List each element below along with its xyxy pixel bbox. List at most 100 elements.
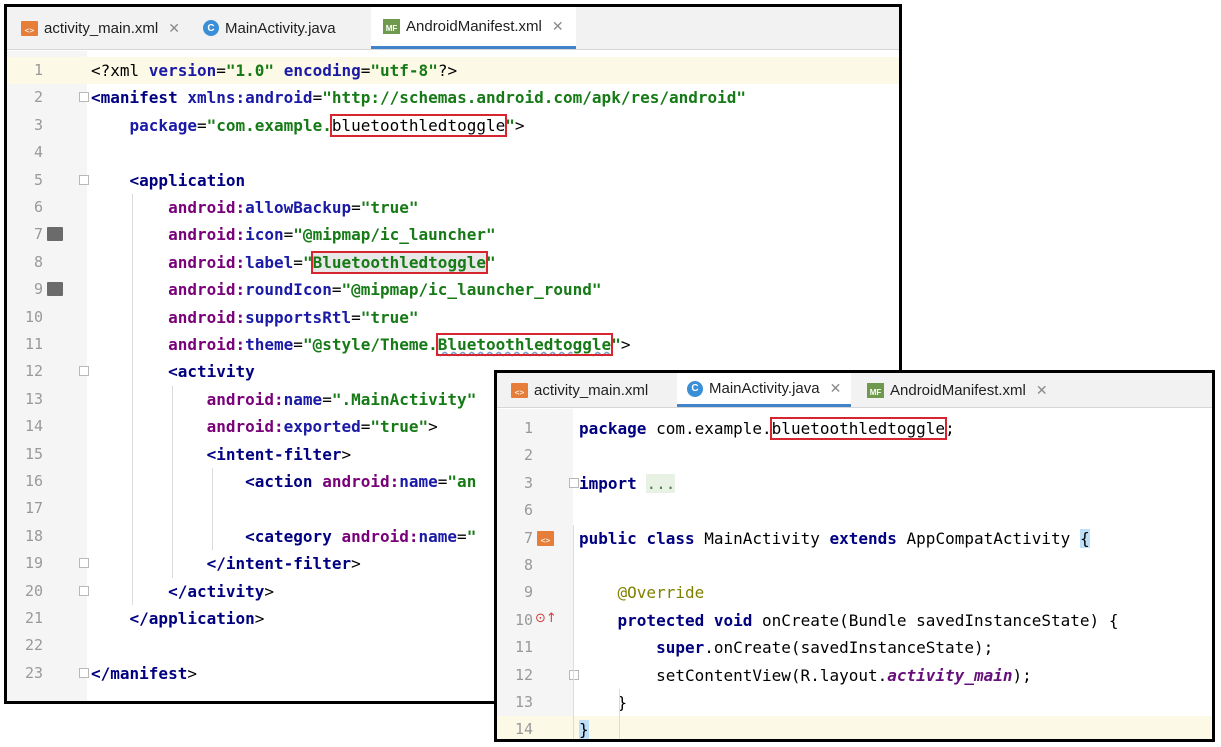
- fold-icon[interactable]: [79, 174, 89, 185]
- code-token: >: [351, 554, 361, 574]
- code-editor[interactable]: 1 package com.example.bluetoothledtoggle;…: [497, 409, 1212, 739]
- code-token: =: [360, 61, 371, 80]
- tab-mainactivity-java[interactable]: C MainActivity.java ✕: [677, 373, 852, 407]
- code-line[interactable]: 10 protected void onCreate(Bundle savedI…: [497, 607, 1212, 634]
- indent-guide: [172, 385, 173, 578]
- code-line[interactable]: 7 android:icon="@mipmap/ic_launcher": [7, 221, 899, 248]
- code-line[interactable]: 14}: [497, 716, 1212, 739]
- fold-icon[interactable]: [79, 92, 89, 103]
- code-token: =: [293, 335, 303, 354]
- code-line[interactable]: 11 super.onCreate(savedInstanceState);: [497, 634, 1212, 661]
- java-class-icon: C: [203, 20, 219, 36]
- code-token: setContentView(R.layout.: [579, 665, 888, 685]
- code-line[interactable]: 7 public class MainActivity extends AppCo…: [497, 525, 1212, 552]
- code-line[interactable]: 6 android:allowBackup="true": [7, 194, 899, 221]
- tab-androidmanifest-xml[interactable]: MF AndroidManifest.xml ✕: [371, 7, 576, 49]
- highlighted-token: bluetoothledtoggle: [329, 113, 508, 137]
- code-token: <intent-filter: [206, 444, 342, 464]
- layout-link-icon[interactable]: <>: [537, 530, 554, 546]
- code-token: activity_main: [887, 665, 1013, 685]
- code-line[interactable]: 8: [497, 552, 1212, 579]
- code-token: super: [656, 638, 705, 658]
- image-resource-icon[interactable]: [47, 227, 63, 242]
- code-line[interactable]: 3 import ...: [497, 470, 1212, 497]
- indent-guide: [132, 194, 133, 605]
- fold-icon[interactable]: [79, 585, 89, 596]
- image-resource-icon[interactable]: [47, 282, 63, 297]
- code-token: =: [293, 252, 303, 272]
- override-method-icon[interactable]: ⊙↑: [535, 611, 557, 626]
- code-text: public class MainActivity extends AppCom…: [579, 525, 1090, 552]
- code-token: android:: [168, 252, 246, 272]
- tab-androidmanifest-xml[interactable]: MF AndroidManifest.xml ✕: [867, 373, 1048, 407]
- code-line[interactable]: 1 package com.example.bluetoothledtoggle;: [497, 415, 1212, 442]
- code-line[interactable]: 4: [7, 139, 899, 166]
- code-token: name: [399, 472, 438, 491]
- fold-icon[interactable]: [79, 558, 89, 569]
- fold-icon[interactable]: [569, 477, 579, 488]
- code-token: allowBackup: [245, 198, 352, 217]
- line-number: 5: [33, 170, 43, 189]
- code-token: "com.example.: [206, 115, 332, 135]
- line-number: 6: [33, 198, 43, 216]
- line-number: 12: [514, 665, 533, 684]
- close-icon[interactable]: ✕: [168, 20, 180, 37]
- code-line[interactable]: 10 android:supportsRtl="true": [7, 304, 899, 331]
- code-token: "@style/Theme.: [302, 335, 438, 354]
- tab-activity-main-xml[interactable]: <> activity_main.xml: [511, 373, 648, 407]
- code-line[interactable]: 2: [497, 442, 1212, 469]
- close-icon[interactable]: ✕: [552, 18, 564, 35]
- tab-label: AndroidManifest.xml: [890, 381, 1026, 399]
- code-token: ".MainActivity": [331, 389, 477, 409]
- code-line[interactable]: 1 <?xml version="1.0" encoding="utf-8"?>: [7, 57, 899, 84]
- code-line[interactable]: 13 }: [497, 689, 1212, 716]
- code-line[interactable]: 9 android:roundIcon="@mipmap/ic_launcher…: [7, 276, 899, 303]
- line-number: 13: [514, 693, 533, 711]
- code-token: </application: [129, 609, 255, 628]
- close-icon[interactable]: ✕: [1036, 382, 1048, 399]
- code-line[interactable]: 11 android:theme="@style/Theme.Bluetooth…: [7, 331, 899, 358]
- code-text: android:supportsRtl="true": [91, 304, 418, 331]
- code-text: android:icon="@mipmap/ic_launcher": [91, 221, 496, 248]
- tab-mainactivity-java[interactable]: C MainActivity.java: [203, 7, 336, 49]
- line-number: 21: [24, 609, 43, 627]
- code-line[interactable]: 6: [497, 497, 1212, 524]
- fold-icon[interactable]: [569, 669, 579, 680]
- code-token: "@mipmap/ic_launcher_round": [341, 280, 602, 300]
- fold-icon[interactable]: [79, 667, 89, 678]
- code-line[interactable]: 8 android:label="Bluetoothledtoggle": [7, 249, 899, 276]
- code-token: <?xml: [91, 61, 149, 80]
- code-token: "an: [447, 472, 477, 491]
- tab-activity-main-xml[interactable]: <> activity_main.xml ✕: [21, 7, 180, 49]
- code-token: "1.0": [225, 61, 275, 80]
- code-line[interactable]: 2 <manifest xmlns:android="http://schemas…: [7, 84, 899, 111]
- indent-guide: [619, 689, 620, 739]
- code-token: =: [196, 115, 207, 135]
- line-number: 23: [24, 663, 43, 682]
- code-token: <activity: [168, 362, 255, 382]
- code-line[interactable]: 9 @Override: [497, 579, 1212, 606]
- fold-icon[interactable]: [79, 366, 89, 377]
- code-line[interactable]: 12 setContentView(R.layout.activity_main…: [497, 662, 1212, 689]
- code-token: void: [713, 610, 753, 630]
- code-token: =: [360, 417, 371, 437]
- tab-label: MainActivity.java: [225, 19, 336, 37]
- code-token: >: [341, 444, 352, 464]
- code-line[interactable]: 5 <application: [7, 167, 899, 194]
- code-token: xmlns:android: [187, 88, 313, 108]
- close-icon[interactable]: ✕: [830, 380, 842, 397]
- code-line[interactable]: 3 package="com.example.bluetoothledtoggl…: [7, 112, 899, 139]
- code-token: exported: [283, 417, 361, 437]
- code-token: ": [485, 252, 496, 272]
- code-token: =: [312, 88, 323, 108]
- line-number: 9: [33, 280, 43, 299]
- tab-label: MainActivity.java: [709, 380, 820, 397]
